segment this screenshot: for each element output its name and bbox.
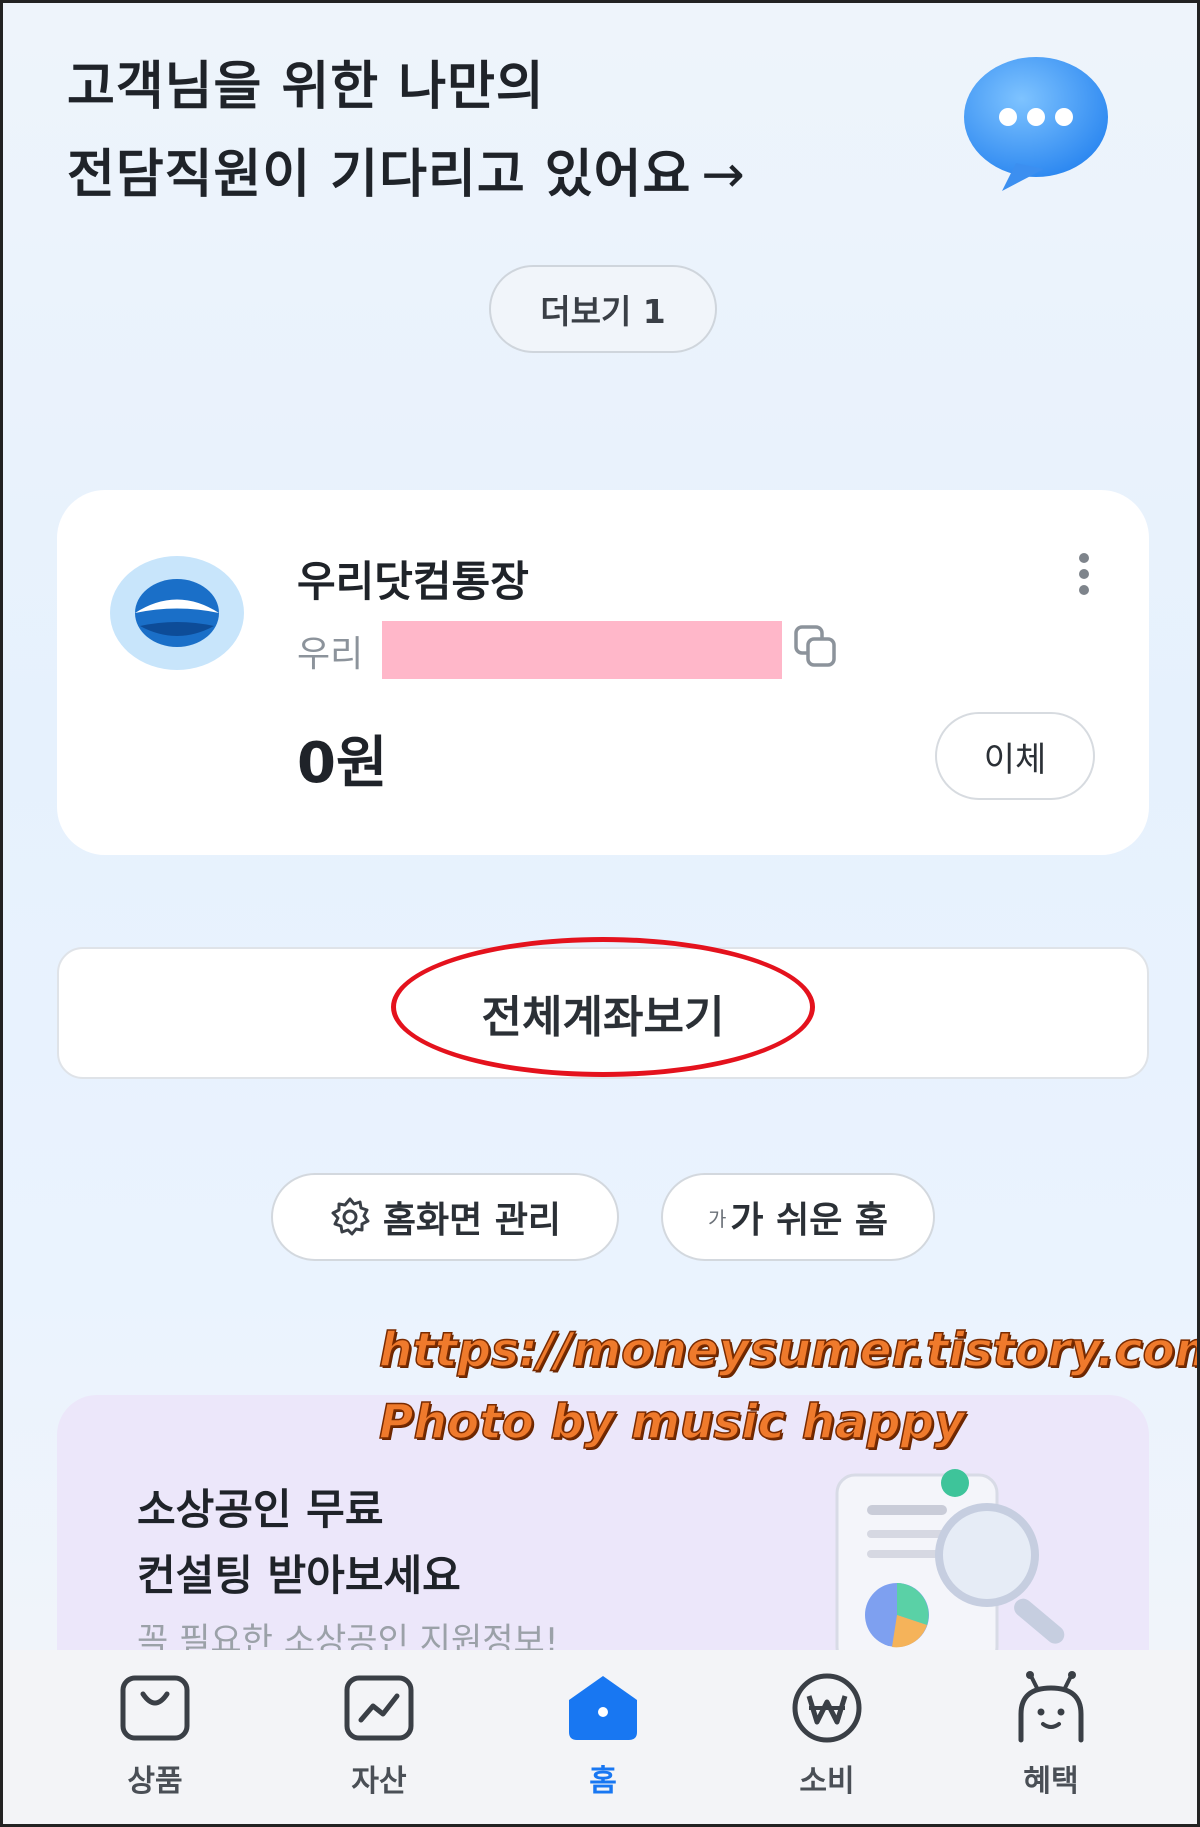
banner-line-2: 전담직원이 기다리고 있어요 — [67, 145, 692, 205]
promo-subtitle: 꼭 필요한 소상공인 지원정보! — [137, 1621, 559, 1655]
tab-label: 혜택 — [1023, 1764, 1079, 1799]
easy-home-button[interactable]: 가 가 쉬운 홈 — [661, 1173, 935, 1261]
banner-line-1: 고객님을 위한 나만의 — [67, 57, 545, 117]
tab-home[interactable]: 홈 — [523, 1670, 683, 1800]
account-balance: 0원 — [297, 731, 388, 796]
consultant-banner[interactable]: 고객님을 위한 나만의 전담직원이 기다리고 있어요 → — [67, 43, 746, 219]
account-card[interactable]: 우리닷컴통장 우리 0원 이체 — [57, 490, 1149, 855]
woori-bank-logo — [110, 556, 244, 670]
tab-label: 자산 — [351, 1764, 407, 1799]
tab-label: 소비 — [799, 1764, 855, 1799]
account-number-masked — [382, 621, 782, 679]
home-icon — [569, 1676, 637, 1740]
transfer-button[interactable]: 이체 — [935, 712, 1095, 800]
more-options-icon[interactable] — [1072, 550, 1096, 604]
account-bank: 우리 — [297, 634, 364, 675]
chat-bubble-icon[interactable] — [958, 51, 1110, 191]
gear-icon — [331, 1197, 370, 1236]
home-manage-button[interactable]: 홈화면 관리 — [271, 1173, 619, 1261]
bottom-tab-bar: 상품 자산 홈 소비 혜택 — [3, 1650, 1197, 1824]
easy-home-label: 가 쉬운 홈 — [730, 1200, 888, 1241]
promo-title: 소상공인 무료 컨설팅 받아보세요 — [137, 1477, 461, 1609]
asset-chart-icon — [344, 1675, 414, 1741]
arrow-right-icon: → — [701, 145, 746, 205]
account-name: 우리닷컴통장 — [297, 557, 529, 606]
promo-title-line-2: 컨설팅 받아보세요 — [137, 1551, 461, 1600]
app-screen: 고객님을 위한 나만의 전담직원이 기다리고 있어요 → 더보기 1 우리닷컴통장… — [0, 0, 1200, 1827]
tab-benefits[interactable]: 혜택 — [971, 1670, 1131, 1800]
shopping-bag-icon — [120, 1675, 190, 1741]
copy-icon[interactable] — [792, 623, 840, 671]
watermark: https://moneysumer.tistory.com Photo by … — [378, 1315, 1200, 1459]
view-all-accounts-button[interactable]: 전체계좌보기 — [57, 947, 1149, 1079]
watermark-credit: Photo by music happy — [378, 1394, 965, 1451]
watermark-url: https://moneysumer.tistory.com — [378, 1322, 1200, 1379]
character-face-icon — [1018, 1671, 1084, 1743]
won-coin-icon — [792, 1673, 862, 1743]
more-button[interactable]: 더보기 1 — [489, 265, 717, 353]
font-size-icon: 가 — [708, 1206, 727, 1231]
home-manage-label: 홈화면 관리 — [382, 1200, 562, 1241]
tab-spending[interactable]: 소비 — [747, 1670, 907, 1800]
tab-assets[interactable]: 자산 — [299, 1670, 459, 1800]
consulting-illustration-icon — [835, 1469, 1065, 1655]
tab-label: 홈 — [589, 1764, 617, 1799]
tab-products[interactable]: 상품 — [75, 1670, 235, 1800]
promo-title-line-1: 소상공인 무료 — [137, 1485, 384, 1534]
tab-label: 상품 — [127, 1764, 183, 1799]
